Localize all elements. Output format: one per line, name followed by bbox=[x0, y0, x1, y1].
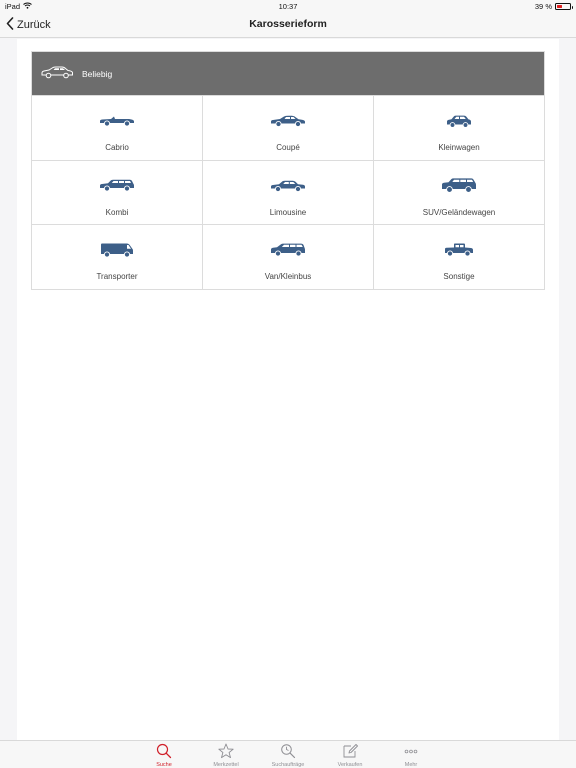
option-sonstige-label: Sonstige bbox=[443, 272, 475, 281]
option-van-label: Van/Kleinbus bbox=[264, 272, 312, 281]
option-coupe-label: Coupé bbox=[276, 143, 300, 152]
cabrio-icon bbox=[99, 113, 135, 129]
option-limousine-label: Limousine bbox=[269, 207, 307, 217]
page-title: Karosserieform bbox=[249, 18, 327, 30]
tab-mehr[interactable]: Mehr bbox=[381, 743, 441, 768]
coupe-icon bbox=[270, 113, 306, 129]
clock: 10:37 bbox=[278, 2, 298, 11]
status-bar: iPad 10:37 39 % bbox=[0, 0, 576, 12]
limousine-icon bbox=[270, 178, 306, 194]
battery-fill bbox=[557, 5, 562, 8]
option-kleinwagen[interactable]: Kleinwagen bbox=[374, 95, 544, 160]
option-coupe[interactable]: Coupé bbox=[203, 95, 374, 160]
tab-merkzettel-label: Merkzettel bbox=[213, 762, 239, 768]
option-kombi-label: Kombi bbox=[105, 207, 129, 217]
edit-icon bbox=[342, 743, 358, 759]
option-cabrio-label: Cabrio bbox=[105, 143, 129, 152]
tab-suche[interactable]: Suche bbox=[134, 743, 194, 768]
battery-percent: 39 % bbox=[534, 2, 552, 11]
option-transporter[interactable]: Transporter bbox=[32, 224, 203, 289]
van-icon bbox=[270, 242, 306, 258]
tab-merkzettel[interactable]: Merkzettel bbox=[196, 743, 256, 768]
navigation-bar: Zurück Karosserieform bbox=[0, 12, 576, 38]
option-suv-label: SUV/Geländewagen bbox=[422, 207, 496, 217]
car-outline-icon bbox=[40, 66, 74, 81]
suv-icon bbox=[441, 178, 477, 194]
tab-verkaufen[interactable]: Verkaufen bbox=[320, 743, 380, 768]
star-icon bbox=[218, 743, 234, 759]
option-any-label: Beliebig bbox=[82, 68, 113, 79]
more-icon bbox=[403, 743, 419, 759]
content-panel: Beliebig Cabrio Coupé Kleinwagen Kombi L… bbox=[17, 39, 559, 740]
option-cabrio[interactable]: Cabrio bbox=[32, 95, 203, 160]
option-limousine[interactable]: Limousine bbox=[203, 159, 374, 224]
tab-mehr-label: Mehr bbox=[404, 762, 418, 768]
option-suv[interactable]: SUV/Geländewagen bbox=[374, 159, 544, 225]
battery-icon bbox=[555, 3, 573, 10]
option-any[interactable]: Beliebig bbox=[32, 52, 544, 95]
saved-search-icon bbox=[280, 743, 296, 759]
search-icon bbox=[156, 743, 172, 759]
option-transporter-label: Transporter bbox=[96, 272, 138, 281]
tab-suchauftraege[interactable]: Suchaufträge bbox=[258, 743, 318, 768]
kombi-icon bbox=[99, 178, 135, 194]
tab-bar: Suche Merkzettel Suchaufträge Verkaufen … bbox=[0, 740, 576, 768]
sonstige-icon bbox=[444, 242, 474, 258]
body-type-selector: Beliebig Cabrio Coupé Kleinwagen Kombi L… bbox=[31, 51, 545, 290]
tab-verkaufen-label: Verkaufen bbox=[337, 762, 363, 768]
option-kombi[interactable]: Kombi bbox=[32, 159, 203, 224]
option-van[interactable]: Van/Kleinbus bbox=[203, 224, 374, 289]
tab-suche-label: Suche bbox=[156, 762, 172, 768]
option-sonstige[interactable]: Sonstige bbox=[374, 224, 544, 289]
option-kleinwagen-label: Kleinwagen bbox=[438, 143, 480, 152]
transporter-icon bbox=[100, 242, 134, 258]
body-type-grid: Cabrio Coupé Kleinwagen Kombi Limousine … bbox=[32, 95, 544, 289]
kleinwagen-icon bbox=[446, 113, 472, 129]
tab-suchauftraege-label: Suchaufträge bbox=[271, 762, 305, 768]
